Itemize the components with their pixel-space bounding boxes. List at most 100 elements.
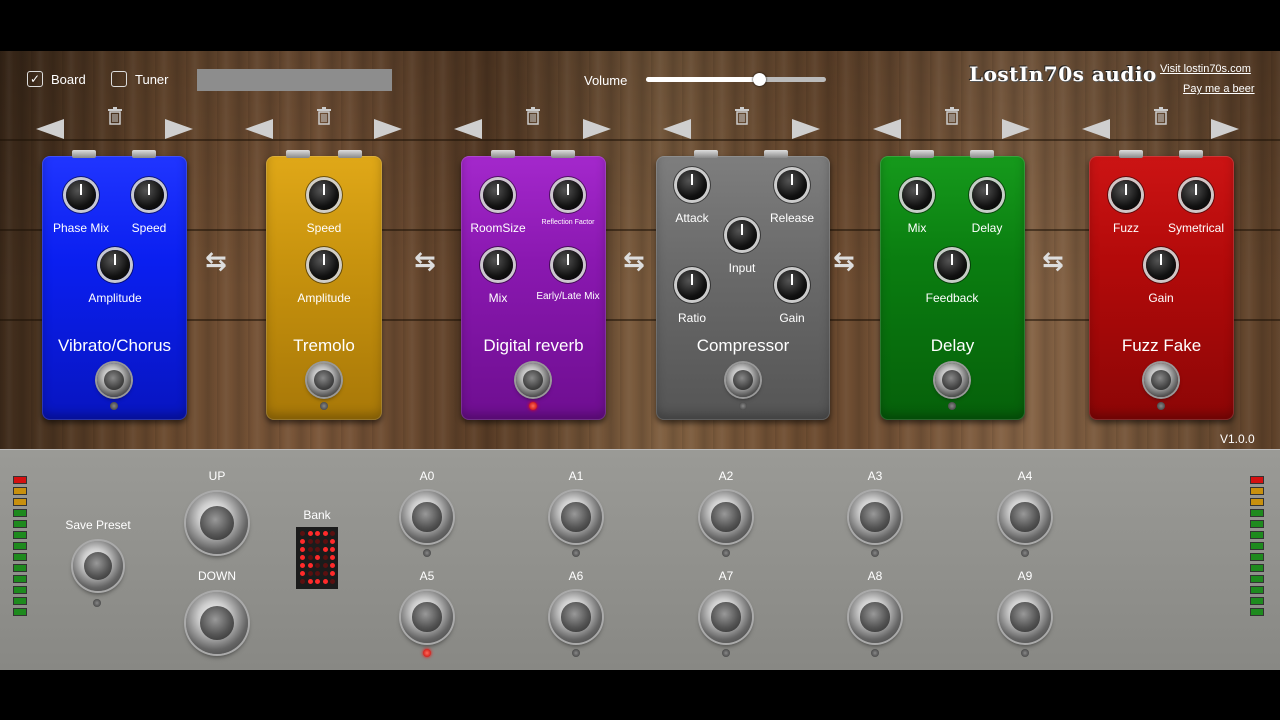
bank-up-footswitch[interactable] <box>186 492 248 554</box>
pedal-led <box>1157 402 1165 410</box>
swap-icon[interactable]: ⇆ <box>414 247 436 277</box>
meter-segment <box>1250 608 1264 616</box>
board-checkbox[interactable]: ✓ Board <box>27 71 86 87</box>
arrow-left-icon[interactable] <box>873 119 901 139</box>
knob-release[interactable] <box>777 170 807 200</box>
pedal-footswitch[interactable] <box>935 363 969 397</box>
trash-icon[interactable] <box>107 107 123 125</box>
pedal-fuzz-fake[interactable]: Fuzz Symetrical Gain Fuzz Fake <box>1089 150 1234 420</box>
volume-slider[interactable] <box>646 73 826 86</box>
checkbox-checked-icon[interactable]: ✓ <box>27 71 43 87</box>
meter-segment <box>13 476 27 484</box>
preset-footswitch-a4[interactable] <box>999 491 1051 543</box>
swap-icon[interactable]: ⇆ <box>1042 247 1064 277</box>
knob-early-late-mix[interactable] <box>553 250 583 280</box>
preset-footswitch-a9[interactable] <box>999 591 1051 643</box>
pedal-led <box>739 402 747 410</box>
knob-label: Speed <box>131 221 167 235</box>
swap-icon[interactable]: ⇆ <box>623 247 645 277</box>
preset-footswitch-a6[interactable] <box>550 591 602 643</box>
swap-icon[interactable]: ⇆ <box>833 247 855 277</box>
meter-segment <box>1250 476 1264 484</box>
knob-ratio[interactable] <box>677 270 707 300</box>
bank-display-dot <box>315 547 320 552</box>
knob-mix[interactable] <box>483 250 513 280</box>
pedal-compressor[interactable]: Attack Release Input Ratio Gain Compress… <box>656 150 830 420</box>
trash-icon[interactable] <box>525 107 541 125</box>
bank-display-dot <box>322 563 328 568</box>
pedal-footswitch[interactable] <box>307 363 341 397</box>
pedal-tremolo[interactable]: Speed Amplitude Tremolo <box>266 150 382 420</box>
pedal-led <box>948 402 956 410</box>
knob-phase-mix[interactable] <box>66 180 96 210</box>
arrow-left-icon[interactable] <box>245 119 273 139</box>
knob-reflection-factor[interactable] <box>553 180 583 210</box>
pedal-footswitch[interactable] <box>516 363 550 397</box>
knob-speed[interactable] <box>134 180 164 210</box>
preset-footswitch-a8[interactable] <box>849 591 901 643</box>
bank-display-dot <box>315 571 320 576</box>
knob-label: Gain <box>779 311 805 325</box>
knob-symetrical[interactable] <box>1181 180 1211 210</box>
knob-label: Gain <box>1148 291 1174 305</box>
volume-slider-thumb[interactable] <box>753 73 767 86</box>
arrow-right-icon[interactable] <box>583 119 611 139</box>
knob-feedback[interactable] <box>937 250 967 280</box>
knob-fuzz[interactable] <box>1111 180 1141 210</box>
arrow-right-icon[interactable] <box>1002 119 1030 139</box>
trash-icon[interactable] <box>1153 107 1169 125</box>
arrow-left-icon[interactable] <box>1082 119 1110 139</box>
input-jack <box>694 150 718 158</box>
pedal-footswitch[interactable] <box>97 363 131 397</box>
checkbox-unchecked-icon[interactable] <box>111 71 127 87</box>
bank-down-footswitch[interactable] <box>186 592 248 654</box>
knob-amplitude[interactable] <box>309 250 339 280</box>
pedal-digital-reverb[interactable]: RoomSize Reflection Factor Mix Early/Lat… <box>461 150 606 420</box>
save-preset-led <box>93 599 101 607</box>
pedal-vibrato-chorus[interactable]: Phase Mix Speed Amplitude Vibrato/Chorus <box>42 150 187 420</box>
preset-footswitch-a7[interactable] <box>700 591 752 643</box>
trash-icon[interactable] <box>734 107 750 125</box>
pedal-footswitch[interactable] <box>1144 363 1178 397</box>
knob-input[interactable] <box>727 220 757 250</box>
bank-display-dot <box>300 531 305 536</box>
arrow-left-icon[interactable] <box>36 119 64 139</box>
pedal-footswitch[interactable] <box>726 363 760 397</box>
knob-gain[interactable] <box>1146 250 1176 280</box>
tuner-checkbox[interactable]: Tuner <box>111 71 168 87</box>
knob-gain[interactable] <box>777 270 807 300</box>
meter-segment <box>1250 498 1264 506</box>
bank-display-dot <box>322 579 328 584</box>
knob-mix[interactable] <box>902 180 932 210</box>
meter-segment <box>1250 597 1264 605</box>
save-preset-footswitch[interactable] <box>73 541 123 591</box>
bank-display-dot <box>300 547 305 552</box>
preset-footswitch-a3[interactable] <box>849 491 901 543</box>
arrow-right-icon[interactable] <box>792 119 820 139</box>
knob-attack[interactable] <box>677 170 707 200</box>
preset-footswitch-a2[interactable] <box>700 491 752 543</box>
visit-website-link[interactable]: Visit lostin70s.com <box>1160 63 1251 75</box>
bank-display-dot <box>330 547 335 552</box>
arrow-right-icon[interactable] <box>1211 119 1239 139</box>
swap-icon[interactable]: ⇆ <box>205 247 227 277</box>
donate-link[interactable]: Pay me a beer <box>1183 83 1255 95</box>
knob-speed[interactable] <box>309 180 339 210</box>
knob-label: Input <box>728 261 756 275</box>
preset-footswitch-a0[interactable] <box>401 491 453 543</box>
pedal-delay[interactable]: Mix Delay Feedback Delay <box>880 150 1025 420</box>
bank-display-dot <box>307 547 313 552</box>
bank-display-dot <box>300 579 305 584</box>
knob-roomsize[interactable] <box>483 180 513 210</box>
preset-footswitch-a1[interactable] <box>550 491 602 543</box>
trash-icon[interactable] <box>944 107 960 125</box>
trash-icon[interactable] <box>316 107 332 125</box>
preset-footswitch-a5[interactable] <box>401 591 453 643</box>
arrow-right-icon[interactable] <box>165 119 193 139</box>
arrow-left-icon[interactable] <box>454 119 482 139</box>
arrow-left-icon[interactable] <box>663 119 691 139</box>
arrow-right-icon[interactable] <box>374 119 402 139</box>
knob-amplitude[interactable] <box>100 250 130 280</box>
knob-delay[interactable] <box>972 180 1002 210</box>
knob-label: Amplitude <box>297 291 351 305</box>
